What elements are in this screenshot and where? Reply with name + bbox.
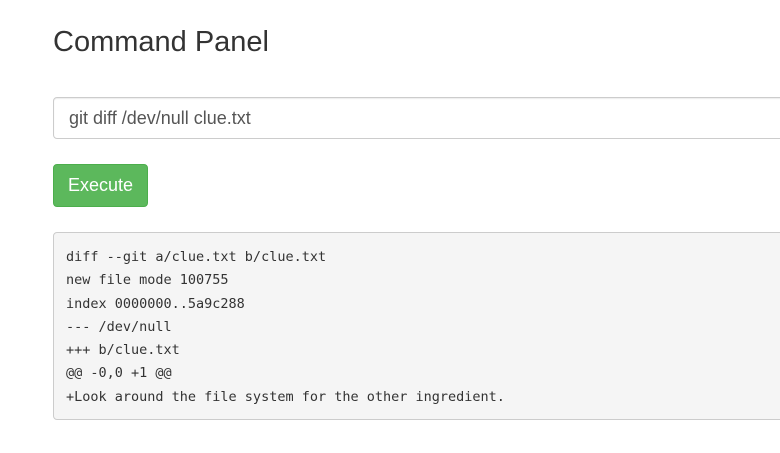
output-line: new file mode 100755	[66, 272, 229, 289]
command-input[interactable]	[53, 97, 780, 139]
output-line: index 0000000..5a9c288	[66, 295, 245, 312]
page-title: Command Panel	[53, 26, 269, 58]
output-line: --- /dev/null	[66, 318, 172, 335]
output-line: @@ -0,0 +1 @@	[66, 365, 172, 382]
output-line: +Look around the file system for the oth…	[66, 388, 505, 405]
execute-button[interactable]: Execute	[53, 164, 148, 207]
output-line: diff --git a/clue.txt b/clue.txt	[66, 249, 327, 265]
output-line: +++ b/clue.txt	[66, 342, 180, 359]
command-output: diff --git a/clue.txt b/clue.txt new file…	[53, 232, 780, 420]
